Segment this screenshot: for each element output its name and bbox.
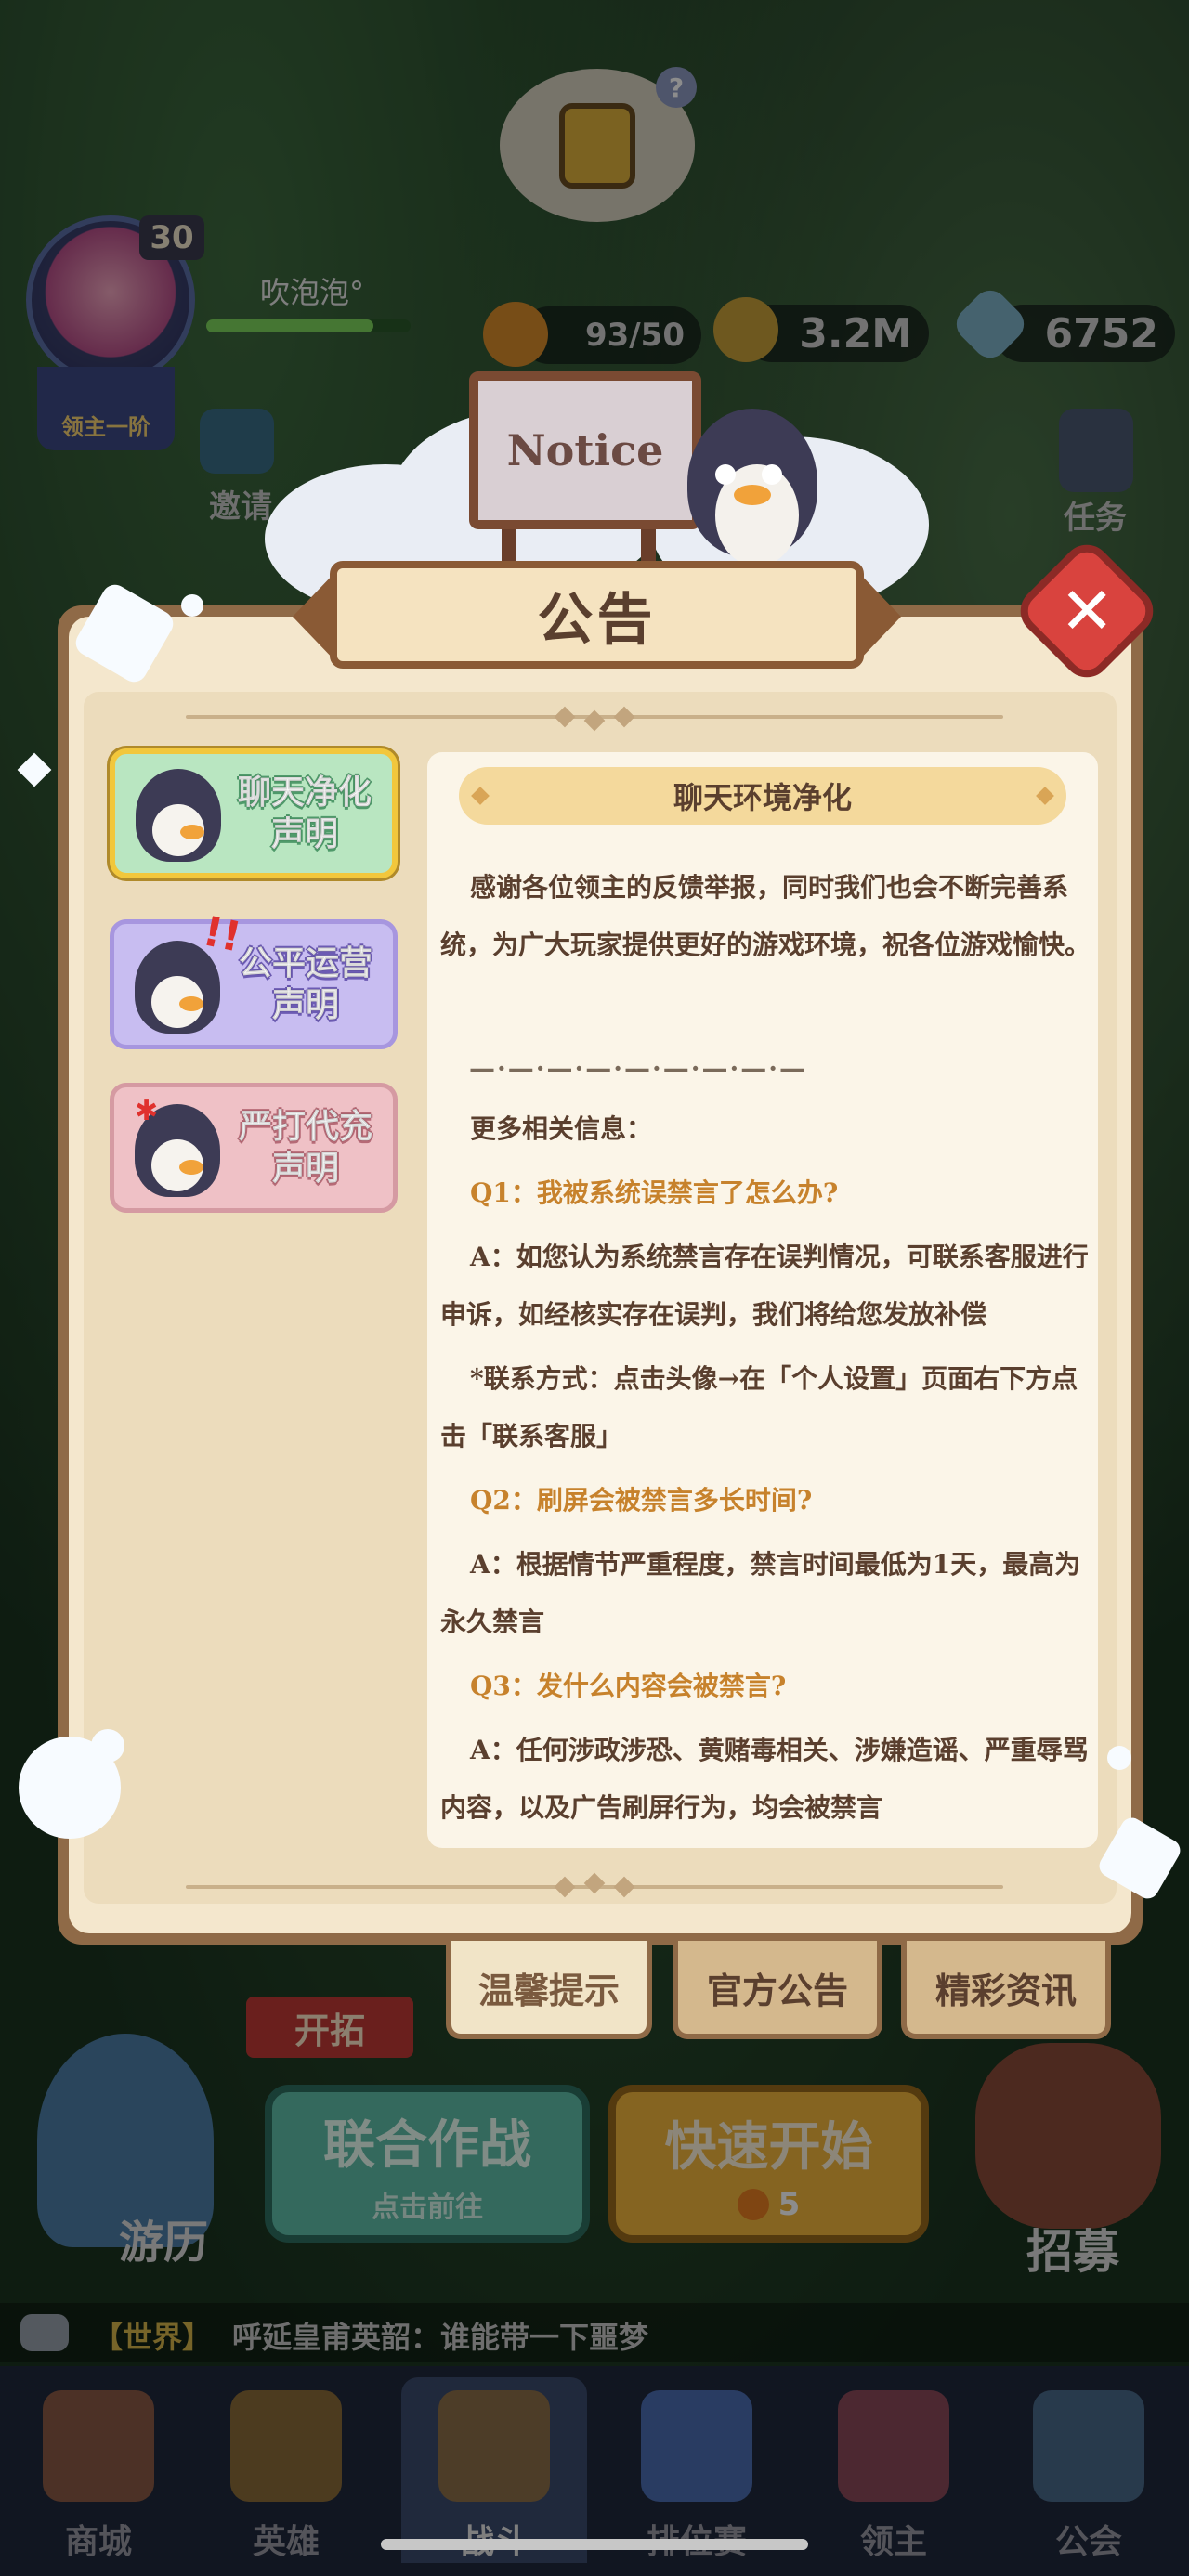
category-label-line2: 声明 — [271, 986, 339, 1025]
category-fair-operation[interactable]: !! 公平运营 声明 — [110, 907, 398, 1049]
header-diamond — [1036, 787, 1054, 805]
category-label-line2: 声明 — [271, 1150, 339, 1189]
penguin-beak — [179, 996, 203, 1011]
penguin-eye — [715, 464, 736, 485]
home-indicator[interactable] — [381, 2539, 808, 2550]
category-label-line1: 聊天净化 — [237, 774, 372, 813]
anger-icon: ✱ — [135, 1095, 159, 1127]
close-icon: ✕ — [1059, 573, 1115, 649]
sparkle-decoration — [91, 1729, 124, 1763]
notice-board-text: Notice — [506, 425, 664, 475]
contact-info: *联系方式：点击头像→在「个人设置」页面右下方点击「联系客服」 — [440, 1363, 1078, 1451]
notice-board: Notice — [469, 371, 701, 529]
penguin-beak — [734, 485, 771, 505]
penguin-phone-icon — [136, 769, 221, 862]
penguin-eye — [762, 464, 782, 485]
category-label-line1: 公平运营 — [238, 944, 372, 983]
content-header-text: 聊天环境净化 — [673, 780, 852, 815]
intro-paragraph: 感谢各位领主的反馈举报，同时我们也会不断完善系统，为广大玩家提供更好的游戏环境，… — [440, 872, 1091, 960]
question-3: Q3：发什么内容会被禁言? — [470, 1671, 787, 1701]
question-1: Q1：我被系统误禁言了怎么办? — [470, 1177, 839, 1208]
category-label: 公平运营 声明 — [238, 943, 372, 1026]
header-diamond — [471, 787, 490, 805]
penguin-beak — [180, 825, 204, 839]
more-info-label: 更多相关信息： — [470, 1113, 653, 1144]
question-2: Q2：刷屏会被禁言多长时间? — [470, 1485, 813, 1516]
separator-line: —·—·—·—·—·—·—·—·— — [469, 1053, 807, 1084]
tab-warm-tips[interactable]: 温馨提示 — [446, 1941, 652, 2039]
sparkle-decoration — [1107, 1746, 1131, 1770]
answer-1: A：如您认为系统禁言存在误判情况，可联系客服进行申诉，如经核实存在误判，我们将给… — [440, 1242, 1089, 1330]
answer-3: A：任何涉政涉恐、黄赌毒相关、涉嫌造谣、严重辱骂内容，以及广告刷屏行为，均会被禁… — [440, 1735, 1089, 1823]
category-label: 聊天净化 声明 — [237, 772, 372, 855]
sparkle-decoration — [181, 594, 203, 617]
category-chat-cleanup[interactable]: 聊天净化 声明 — [110, 748, 398, 878]
dialog-title-ribbon: 公告 — [330, 561, 864, 669]
content-header: 聊天环境净化 — [459, 767, 1066, 825]
tab-official-notice[interactable]: 官方公告 — [673, 1941, 882, 2039]
category-anti-proxy-recharge[interactable]: ✱ 严打代充 声明 — [110, 1083, 398, 1213]
penguin-beak — [179, 1160, 203, 1175]
tab-highlights[interactable]: 精彩资讯 — [901, 1941, 1111, 2039]
category-label-line1: 严打代充 — [238, 1108, 372, 1147]
category-label-line2: 声明 — [270, 815, 338, 854]
category-label: 严打代充 声明 — [238, 1106, 372, 1190]
answer-2: A：根据情节严重程度，禁言时间最低为1天，最高为永久禁言 — [440, 1549, 1081, 1637]
dialog-title: 公告 — [537, 587, 657, 653]
